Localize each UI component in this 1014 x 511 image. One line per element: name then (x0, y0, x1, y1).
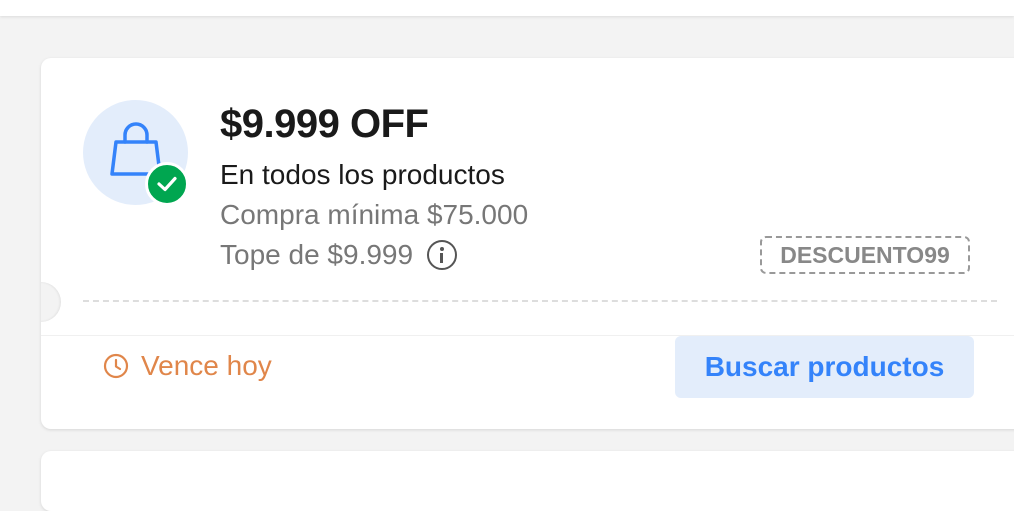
top-bar (0, 0, 1014, 16)
expiry-label: Vence hoy (103, 350, 272, 382)
coupon-subtitle: En todos los productos (220, 159, 505, 190)
clock-icon (103, 353, 129, 379)
next-coupon-card (41, 451, 1014, 511)
coupon-title: $9.999 OFF (220, 102, 429, 146)
expiry-text: Vence hoy (141, 350, 272, 381)
coupon-card: $9.999 OFF En todos los productos Compra… (41, 58, 1014, 429)
discount-cap-label: Tope de $9.999 (220, 239, 414, 270)
check-badge (145, 162, 189, 206)
minimum-purchase: Compra mínima $75.000 (220, 199, 529, 230)
coupon-code[interactable]: DESCUENTO99 (760, 236, 970, 274)
search-products-button[interactable]: Buscar productos (675, 336, 974, 398)
dashed-divider (83, 300, 997, 302)
check-icon (157, 176, 177, 192)
ticket-notch (41, 282, 61, 322)
discount-cap: Tope de $9.999 (220, 239, 458, 271)
info-icon[interactable] (427, 240, 458, 270)
